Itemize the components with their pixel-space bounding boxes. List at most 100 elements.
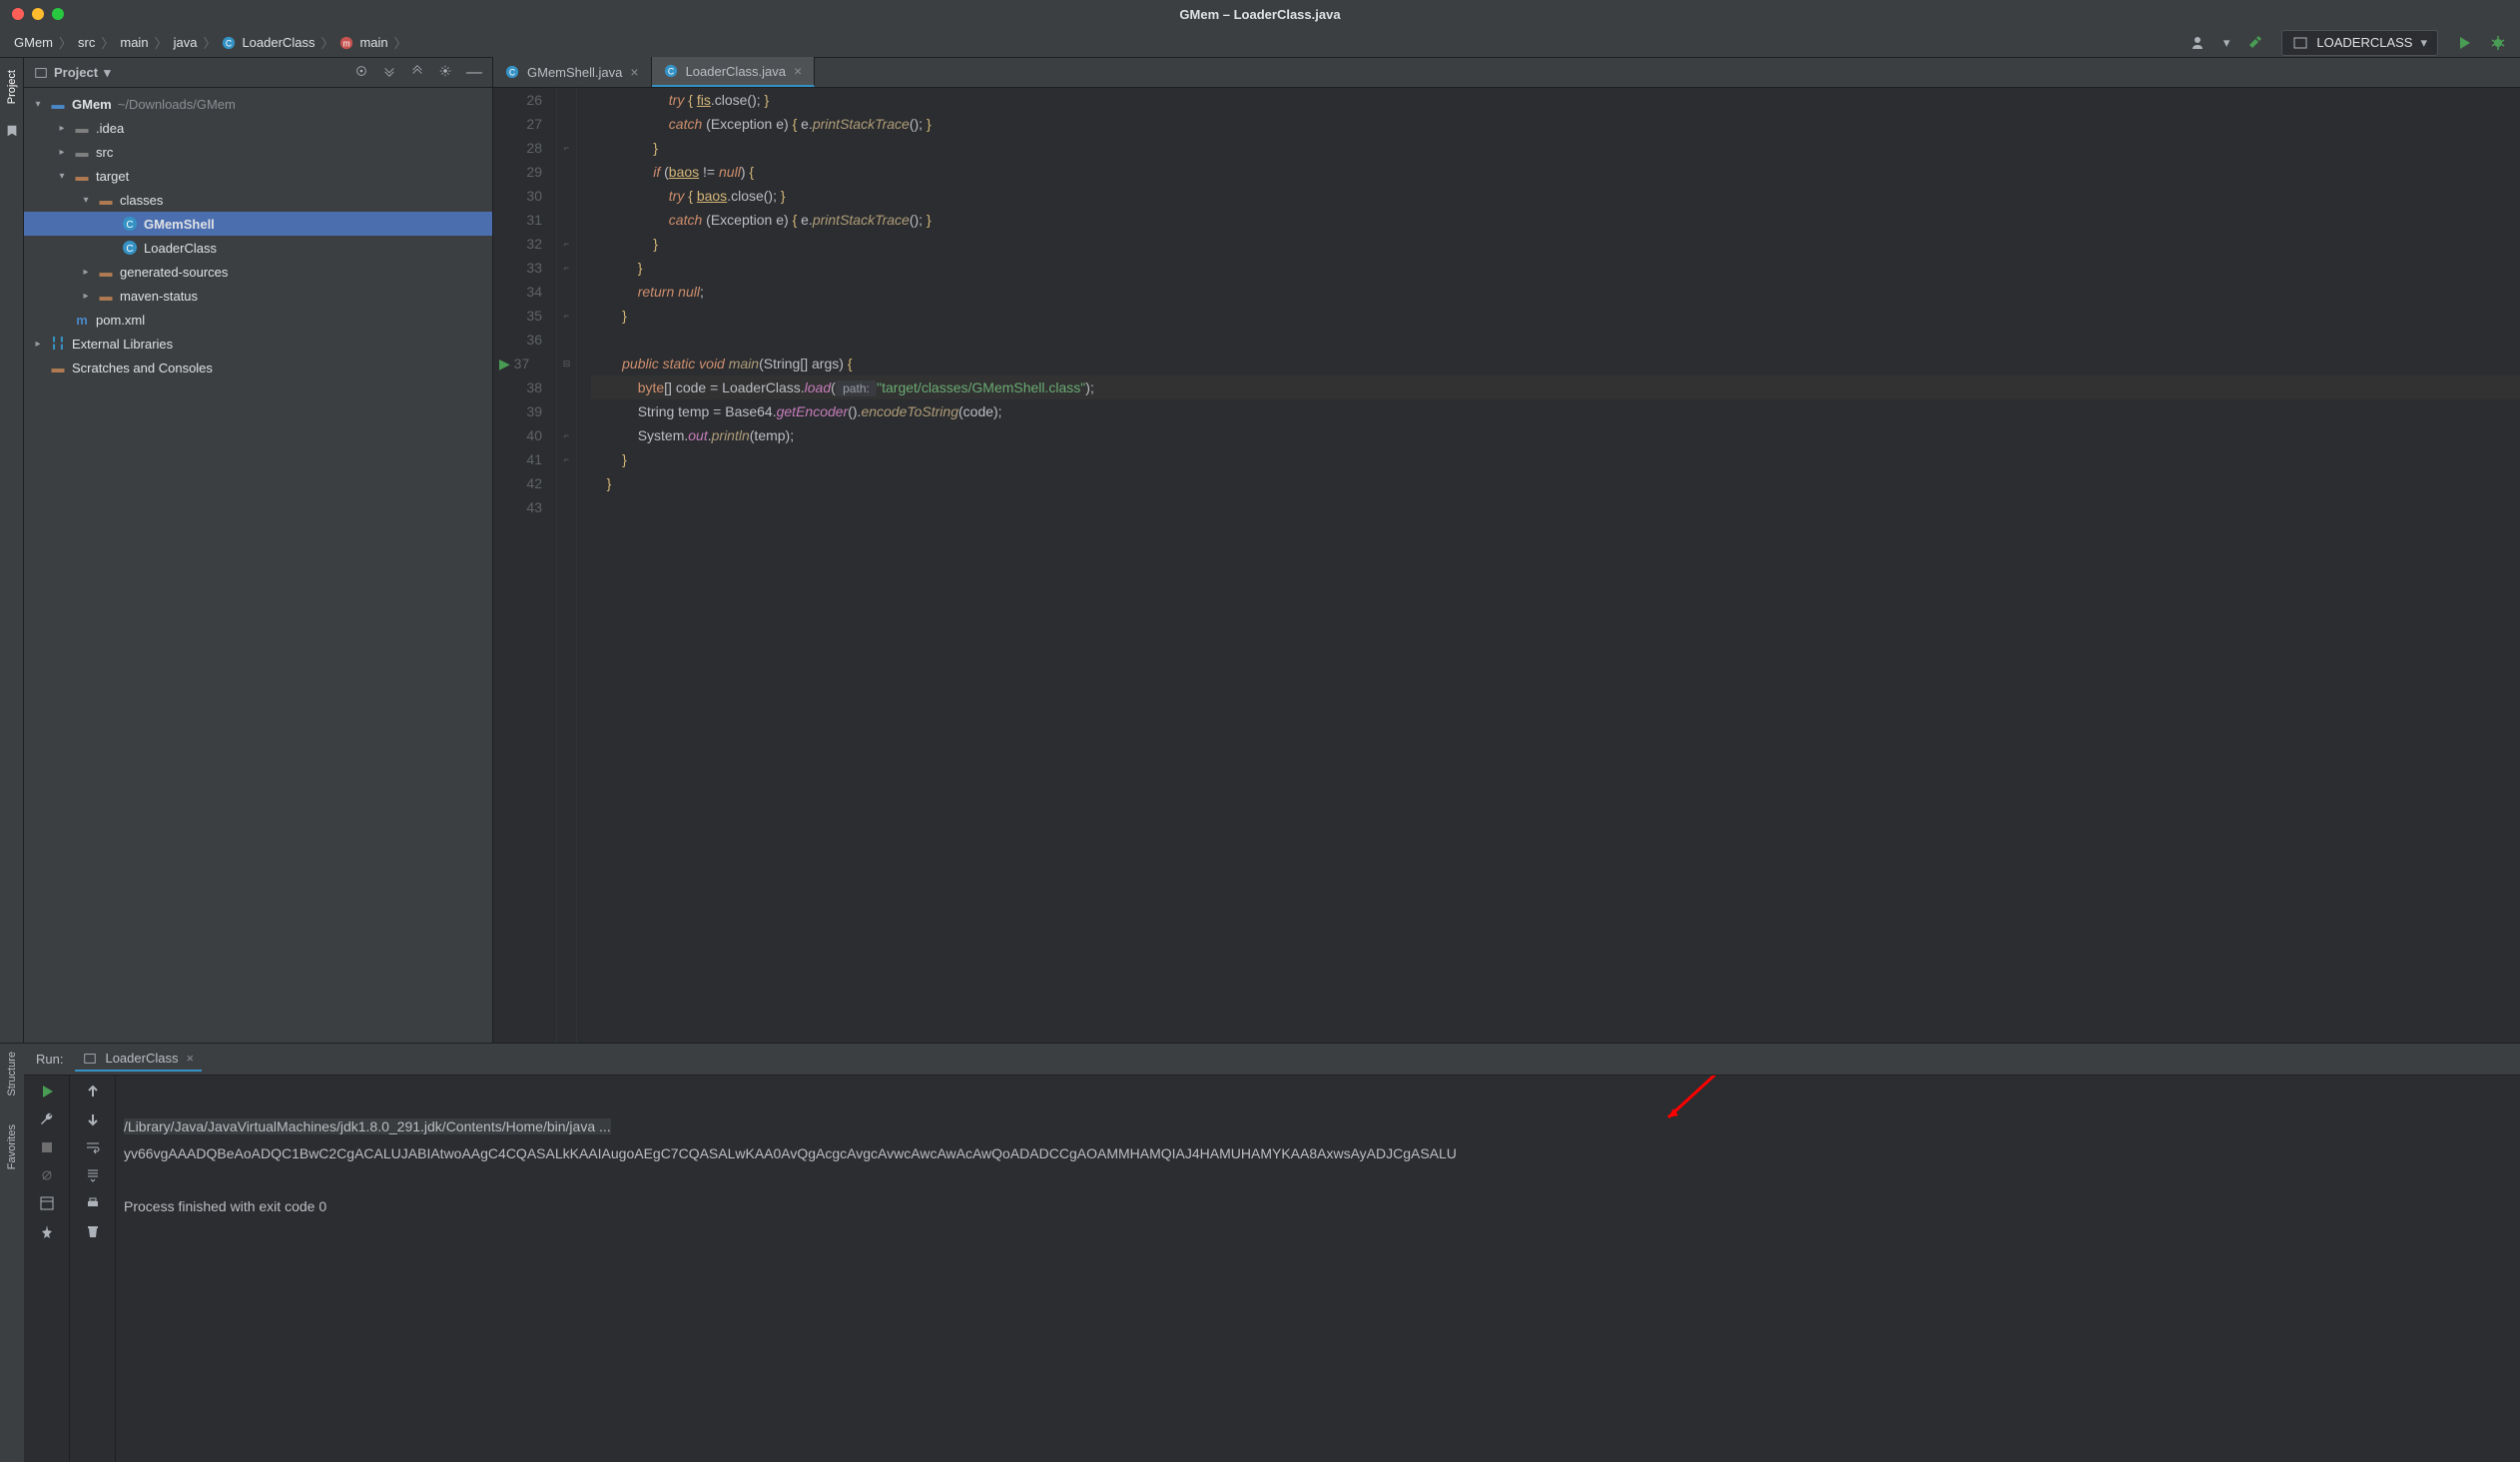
class-icon: C	[222, 36, 236, 50]
pin-icon[interactable]	[39, 1223, 55, 1239]
maven-icon: m	[74, 312, 90, 328]
window-controls	[0, 8, 64, 20]
svg-text:C: C	[667, 67, 673, 77]
up-icon[interactable]	[85, 1084, 101, 1099]
down-icon[interactable]	[85, 1111, 101, 1127]
run-config-name: LOADERCLASS	[2316, 35, 2412, 50]
config-icon	[2292, 35, 2308, 51]
bookmark-icon[interactable]	[5, 124, 19, 138]
tree-item[interactable]: ▸▬maven-status	[24, 284, 492, 308]
project-tree-panel: Project ▾ — ▾ ▬ GMem ~/Downloads/GMem ▸▬…	[24, 58, 493, 1043]
stop-icon[interactable]	[39, 1139, 55, 1155]
tree-item[interactable]: ▸▬generated-sources	[24, 260, 492, 284]
run-toolbar-col2	[70, 1076, 116, 1462]
close-window-icon[interactable]	[12, 8, 24, 20]
editor-tab-active[interactable]: C LoaderClass.java ×	[652, 57, 816, 87]
close-icon[interactable]: ×	[794, 63, 802, 79]
hammer-icon[interactable]	[2247, 35, 2263, 51]
console-stdout: yv66vgAAADQBeAoADQC1BwC2CgACALUJABIAtwoA…	[124, 1145, 1457, 1161]
tree-item[interactable]: ▸▬src	[24, 140, 492, 164]
tab-label: GMemShell.java	[527, 65, 622, 80]
rerun-icon[interactable]	[39, 1084, 55, 1099]
code-editor[interactable]: 2627282930313233343536▶ 37383940414243 ⌐…	[493, 88, 2520, 1043]
editor-area: C GMemShell.java × C LoaderClass.java × …	[493, 58, 2520, 1043]
crumb[interactable]: GMem	[14, 35, 53, 50]
tab-label: LoaderClass.java	[686, 64, 786, 79]
folder-icon: ▬	[74, 144, 90, 160]
debug-icon[interactable]	[2490, 35, 2506, 51]
run-icon[interactable]	[2456, 35, 2472, 51]
title-bar: GMem – LoaderClass.java	[0, 0, 2520, 28]
config-icon	[83, 1052, 97, 1066]
crumb[interactable]: java	[174, 35, 198, 50]
class-icon: C	[505, 65, 519, 79]
locate-icon[interactable]	[354, 64, 368, 78]
scratch-icon: ▬	[50, 360, 66, 375]
soft-wrap-icon[interactable]	[85, 1139, 101, 1155]
exit-icon[interactable]	[39, 1167, 55, 1183]
crumb[interactable]: main	[359, 35, 387, 50]
crumb[interactable]: main	[120, 35, 148, 50]
left-tool-strip: Project	[0, 58, 24, 1043]
editor-tabs: C GMemShell.java × C LoaderClass.java ×	[493, 58, 2520, 88]
tree-root[interactable]: ▾ ▬ GMem ~/Downloads/GMem	[24, 92, 492, 116]
svg-text:C: C	[509, 68, 515, 78]
method-icon: m	[339, 36, 353, 50]
run-tab-label: LoaderClass	[105, 1051, 178, 1066]
breadcrumbs[interactable]: GMem〉 src〉 main〉 java〉 C LoaderClass〉 m …	[14, 33, 407, 52]
console-command: /Library/Java/JavaVirtualMachines/jdk1.8…	[124, 1118, 611, 1134]
run-tab[interactable]: LoaderClass ×	[75, 1047, 202, 1072]
svg-text:m: m	[343, 38, 350, 48]
print-icon[interactable]	[85, 1195, 101, 1211]
folder-icon: ▬	[74, 120, 90, 136]
project-view-icon	[34, 66, 48, 80]
minimize-window-icon[interactable]	[32, 8, 44, 20]
project-tree[interactable]: ▾ ▬ GMem ~/Downloads/GMem ▸▬.idea ▸▬src …	[24, 88, 492, 1043]
structure-tool-tab[interactable]: Structure	[6, 1052, 18, 1096]
nav-bar: GMem〉 src〉 main〉 java〉 C LoaderClass〉 m …	[0, 28, 2520, 58]
folder-icon: ▬	[98, 192, 114, 208]
collapse-all-icon[interactable]	[410, 64, 424, 78]
line-gutter[interactable]: 2627282930313233343536▶ 37383940414243	[493, 88, 557, 1043]
favorites-tool-tab[interactable]: Favorites	[6, 1124, 18, 1169]
tree-item[interactable]: ▸▬.idea	[24, 116, 492, 140]
expand-all-icon[interactable]	[382, 64, 396, 78]
code-content[interactable]: try { fis.close(); } catch (Exception e)…	[577, 88, 2520, 1043]
tree-item[interactable]: ▸▬Scratches and Consoles	[24, 356, 492, 379]
tree-item-selected[interactable]: ▸CGMemShell	[24, 212, 492, 236]
run-config-selector[interactable]: LOADERCLASS ▾	[2281, 30, 2438, 56]
tree-item[interactable]: ▾▬classes	[24, 188, 492, 212]
project-tool-tab[interactable]: Project	[4, 64, 20, 110]
folder-icon: ▬	[74, 168, 90, 184]
tree-item[interactable]: ▸mpom.xml	[24, 308, 492, 332]
class-icon: C	[664, 64, 678, 78]
folder-icon: ▬	[98, 288, 114, 304]
maximize-window-icon[interactable]	[52, 8, 64, 20]
class-icon: C	[122, 240, 138, 256]
gear-icon[interactable]	[438, 64, 452, 78]
console-output[interactable]: /Library/Java/JavaVirtualMachines/jdk1.8…	[116, 1076, 2520, 1462]
layout-icon[interactable]	[39, 1195, 55, 1211]
svg-text:C: C	[226, 38, 232, 48]
tree-item[interactable]: ▸╏╏External Libraries	[24, 332, 492, 356]
annotation-arrow-icon	[1653, 1076, 1733, 1127]
tree-item[interactable]: ▾▬target	[24, 164, 492, 188]
close-icon[interactable]: ×	[186, 1051, 194, 1066]
editor-tab[interactable]: C GMemShell.java ×	[493, 57, 652, 87]
fold-gutter[interactable]: ⌐⌐⌐⌐⊟⌐⌐	[557, 88, 577, 1043]
crumb[interactable]: src	[78, 35, 95, 50]
wrench-icon[interactable]	[39, 1111, 55, 1127]
library-icon: ╏╏	[50, 336, 66, 352]
hide-icon[interactable]: —	[466, 64, 482, 82]
scroll-end-icon[interactable]	[85, 1167, 101, 1183]
tree-item[interactable]: ▸CLoaderClass	[24, 236, 492, 260]
run-label: Run:	[36, 1052, 63, 1067]
user-icon[interactable]	[2190, 35, 2205, 51]
close-icon[interactable]: ×	[630, 64, 638, 80]
crumb[interactable]: LoaderClass	[242, 35, 315, 50]
trash-icon[interactable]	[85, 1223, 101, 1239]
left-tool-strip-bottom: Structure Favorites	[0, 1044, 24, 1462]
folder-icon: ▬	[98, 264, 114, 280]
tree-title: Project	[54, 65, 98, 80]
module-folder-icon: ▬	[50, 96, 66, 112]
